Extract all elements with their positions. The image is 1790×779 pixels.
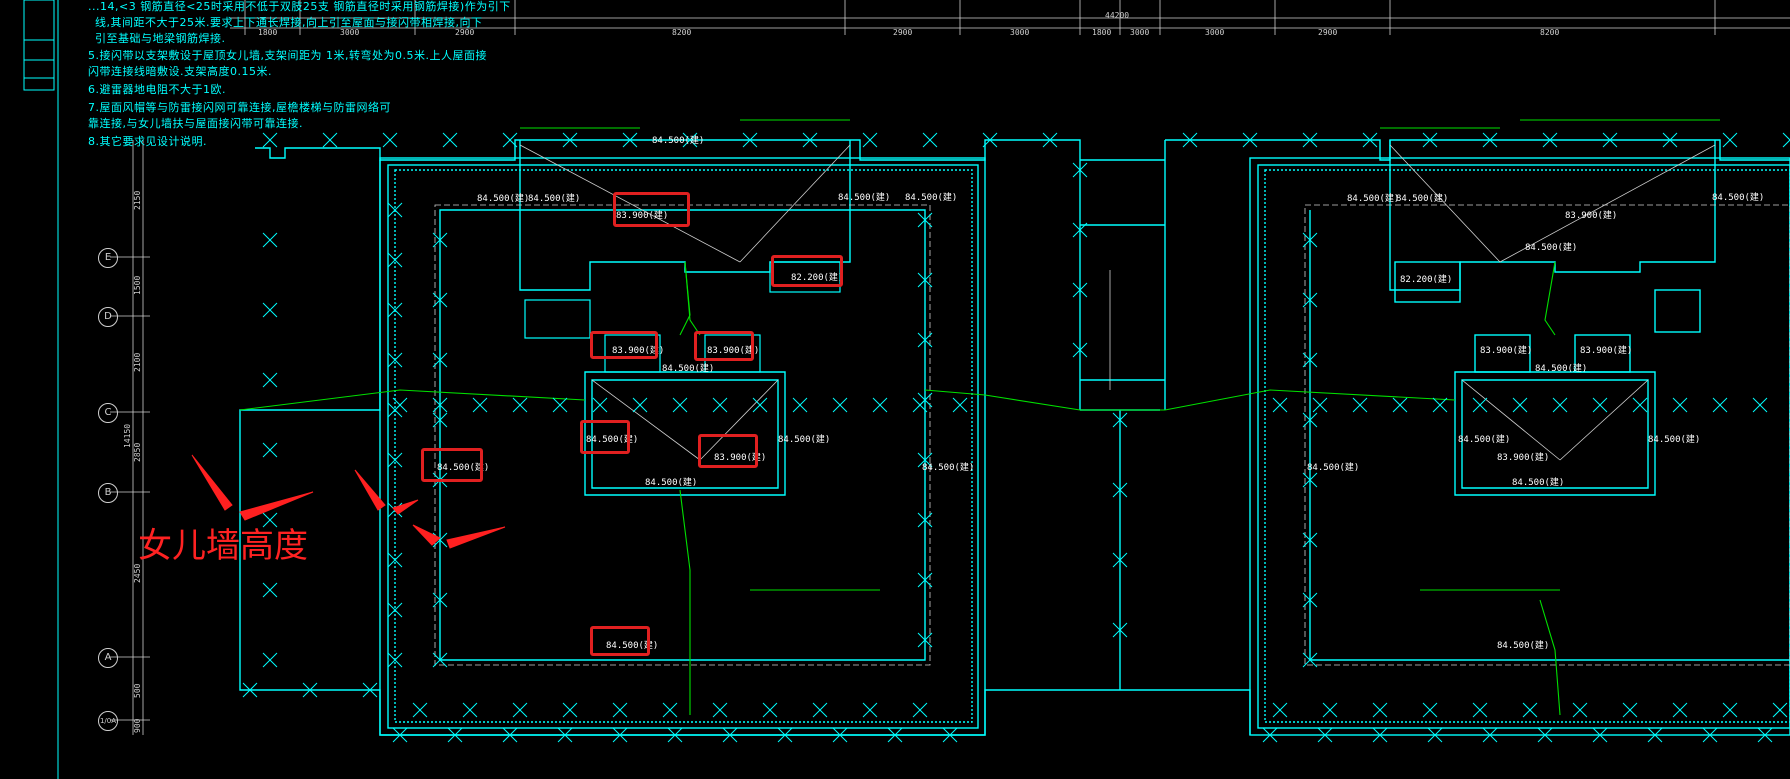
parapet-height-annotation: 女儿墙高度 bbox=[138, 526, 308, 566]
annotation-arrows bbox=[191, 454, 506, 549]
cad-canvas[interactable]: ...14,<3 钢筋直径<25时采用不低于双肢25支 钢筋直径时采用钢筋焊接)… bbox=[0, 0, 1790, 779]
